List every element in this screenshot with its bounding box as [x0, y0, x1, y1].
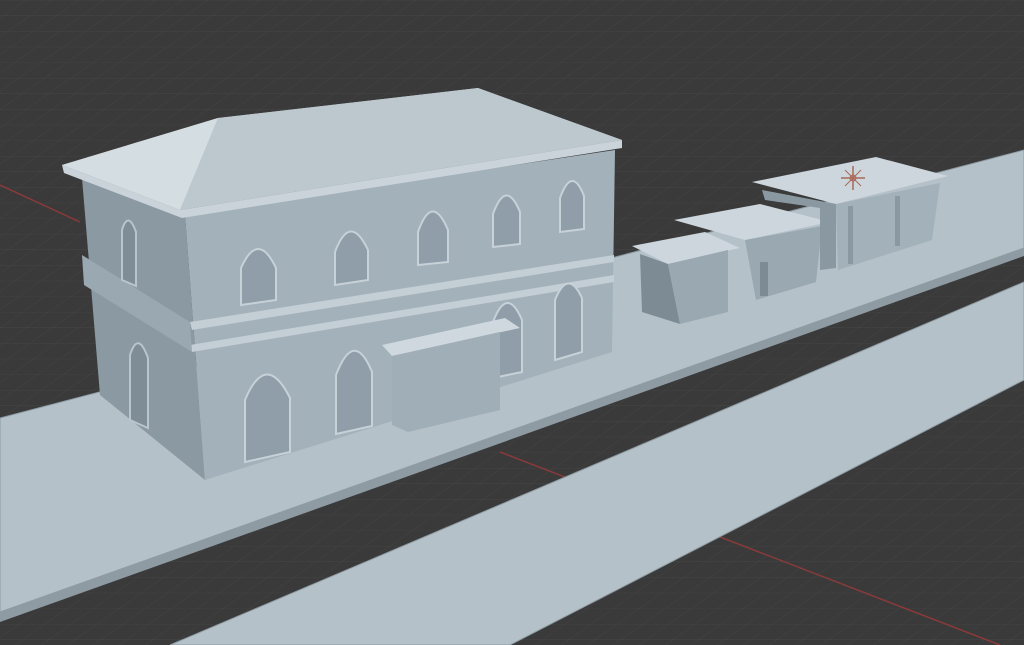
arched-window [240, 248, 277, 307]
arched-door [129, 342, 149, 430]
arched-window [559, 180, 585, 234]
outbuilding-door [760, 262, 768, 296]
arched-window [417, 210, 449, 267]
arched-door [335, 349, 373, 436]
outbuilding-pillar [895, 196, 900, 246]
arched-window [121, 219, 137, 288]
outbuilding-pillar [848, 206, 853, 264]
3d-viewport[interactable] [0, 0, 1024, 645]
arched-door [244, 373, 291, 464]
arched-window [334, 230, 369, 287]
outbuilding-small[interactable] [632, 232, 740, 324]
arched-window [492, 194, 521, 249]
viewport-canvas[interactable] [0, 0, 1024, 645]
arched-door [554, 282, 583, 362]
